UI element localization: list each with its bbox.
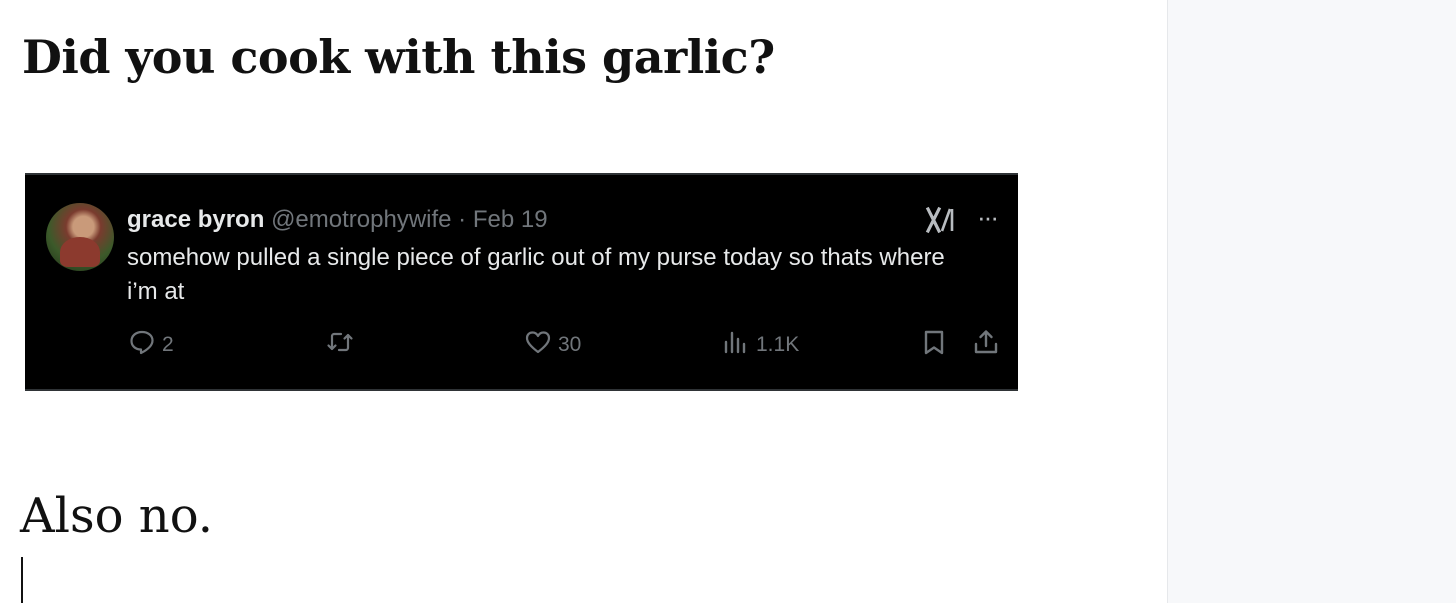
- tweet-text: somehow pulled a single piece of garlic …: [127, 244, 945, 305]
- views-count: 1.1K: [756, 333, 800, 356]
- retweet-icon: [326, 328, 354, 362]
- tweet-date[interactable]: Feb 19: [473, 206, 548, 233]
- tweet-header: grace byron @emotrophywife · Feb 19: [127, 205, 548, 235]
- bookmark-button[interactable]: [920, 329, 948, 361]
- embedded-tweet[interactable]: grace byron @emotrophywife · Feb 19 ··· …: [25, 173, 1018, 391]
- article-heading[interactable]: Did you cook with this garlic?: [22, 24, 775, 90]
- article-paragraph[interactable]: Also no.: [20, 484, 213, 548]
- reply-button[interactable]: 2: [128, 329, 174, 361]
- tweet-separator: ·: [451, 206, 473, 233]
- retweet-button[interactable]: [326, 329, 354, 361]
- share-icon: [972, 328, 1000, 362]
- views-button[interactable]: 1.1K: [722, 329, 799, 361]
- like-button[interactable]: 30: [524, 329, 581, 361]
- bookmark-icon: [920, 328, 948, 362]
- views-icon: [722, 328, 750, 362]
- avatar[interactable]: [46, 203, 114, 271]
- reply-icon: [128, 328, 156, 362]
- tweet-handle[interactable]: @emotrophywife: [271, 206, 451, 233]
- more-icon[interactable]: ···: [973, 204, 1001, 235]
- share-button[interactable]: [972, 329, 1000, 361]
- x-logo-icon[interactable]: [925, 205, 957, 235]
- reply-count: 2: [162, 333, 174, 356]
- text-cursor: [21, 557, 23, 603]
- like-count: 30: [558, 333, 582, 356]
- editor-canvas[interactable]: Did you cook with this garlic? grace byr…: [0, 0, 1167, 603]
- tweet-author[interactable]: grace byron: [127, 206, 264, 233]
- like-icon: [524, 328, 552, 362]
- side-panel: [1167, 0, 1456, 603]
